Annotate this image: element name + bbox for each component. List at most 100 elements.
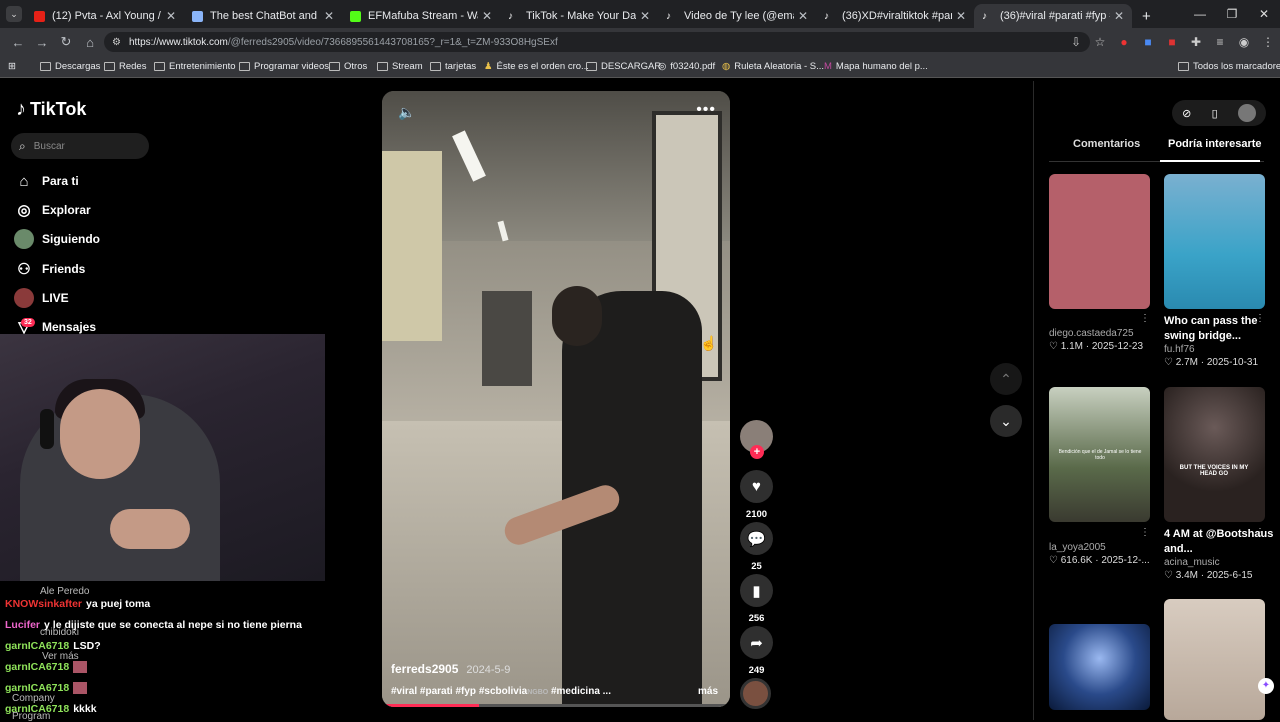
video-progress-bar[interactable]: [382, 704, 730, 707]
close-tab-icon[interactable]: ✕: [956, 9, 966, 23]
profile-icon[interactable]: ◉: [1232, 35, 1256, 49]
headset-icon: [40, 409, 54, 449]
extension-icon[interactable]: ■: [1160, 35, 1184, 49]
browser-tab[interactable]: (12) Pvta - Axl Young / beat by ✕: [26, 4, 184, 28]
card-menu-icon[interactable]: ⋮: [1140, 313, 1150, 324]
tab-recommended[interactable]: Podría interesarte: [1168, 138, 1262, 150]
puzzle-icon[interactable]: ✚: [1184, 35, 1208, 49]
home-icon[interactable]: ⌂: [78, 35, 102, 50]
reload-icon[interactable]: ↻: [54, 34, 78, 50]
wheel-icon: ◍: [722, 61, 731, 72]
comment-button[interactable]: 💬 25: [740, 522, 773, 572]
video-thumbnail[interactable]: [1164, 174, 1265, 309]
device-icon[interactable]: ▯: [1212, 107, 1218, 120]
bookmark-item[interactable]: Programar videos: [239, 61, 329, 72]
profile-avatar[interactable]: [1237, 104, 1256, 122]
previous-video-button[interactable]: ⌃: [990, 363, 1022, 395]
forward-icon[interactable]: →: [30, 35, 54, 50]
browser-tab[interactable]: ♪ Video de Ty lee (@ema_bb0) re ✕: [658, 4, 816, 28]
card-menu-icon[interactable]: ⋮: [1140, 527, 1150, 538]
close-tab-icon[interactable]: ✕: [482, 9, 492, 23]
bookmark-label: Ruleta Aleatoria - S...: [734, 61, 825, 72]
bookmark-item[interactable]: M Mapa humano del p...: [824, 61, 928, 72]
more-options-icon[interactable]: •••: [696, 101, 716, 119]
back-icon[interactable]: ←: [6, 35, 30, 50]
close-tab-icon[interactable]: ✕: [640, 9, 650, 23]
more-caption-link[interactable]: más: [698, 686, 718, 697]
close-window-icon[interactable]: ✕: [1248, 0, 1280, 28]
browser-tab[interactable]: EFMafuba Stream - Watch Live ✕: [342, 4, 500, 28]
bookmark-item[interactable]: Descargas: [40, 61, 100, 72]
nav-item-para-ti[interactable]: ⌂ Para ti: [14, 170, 78, 192]
nav-item-live[interactable]: LIVE: [14, 287, 69, 309]
all-bookmarks[interactable]: Todos los marcadores: [1178, 61, 1280, 72]
bookmark-item[interactable]: Entretenimiento: [154, 61, 236, 72]
site-settings-icon[interactable]: ⚙: [112, 37, 121, 48]
nav-item-siguiendo[interactable]: Siguiendo: [14, 228, 100, 250]
follow-button[interactable]: +: [750, 445, 764, 459]
nav-item-friends[interactable]: ⚇ Friends: [14, 258, 85, 280]
recommended-card[interactable]: diego.castaeda725 ♡ 1.1M · 2025-12-23: [1049, 328, 1164, 352]
bookmark-item[interactable]: Redes: [104, 61, 146, 72]
thumbnail-caption: Bendición que el de Jamal se lo tiene to…: [1058, 449, 1142, 461]
bookmark-item[interactable]: tarjetas: [430, 61, 476, 72]
recommended-card[interactable]: Who can pass the swing bridge... fu.hf76…: [1164, 314, 1279, 368]
tiktok-logo[interactable]: ♪ TikTok: [16, 98, 86, 121]
video-caption[interactable]: #viral #parati #fyp #scboliviaNGBO #medi…: [391, 686, 611, 697]
apps-icon[interactable]: ⊞: [8, 61, 16, 72]
video-thumbnail[interactable]: BUT THE VOICES IN MY HEAD GO: [1164, 387, 1265, 522]
card-date: 2025-12-...: [1101, 555, 1150, 566]
bookmark-item[interactable]: ♟ Éste es el orden cro...: [484, 61, 589, 72]
browser-tab[interactable]: The best ChatBot and Widgets ✕: [184, 4, 342, 28]
bookmark-item[interactable]: ◎ f03240.pdf: [658, 61, 715, 72]
new-tab-button[interactable]: +: [1134, 4, 1158, 28]
url-field[interactable]: ⚙ https://www.tiktok.com /@ferreds2905/v…: [104, 32, 1090, 52]
nav-item-explorar[interactable]: ◎ Explorar: [14, 199, 90, 221]
browser-tab[interactable]: ♪ (36)XD#viraltiktok #parati #par ✕: [816, 4, 974, 28]
close-tab-icon[interactable]: ✕: [798, 9, 808, 23]
next-video-button[interactable]: ⌄: [990, 405, 1022, 437]
comment-icon: 💬: [740, 522, 773, 555]
menu-icon[interactable]: ⋮: [1256, 35, 1280, 49]
bookmark-item[interactable]: Otros: [329, 61, 367, 72]
restore-icon[interactable]: ❐: [1216, 0, 1248, 28]
compass-icon[interactable]: ⊘: [1182, 107, 1191, 120]
share-button[interactable]: ➦ 249: [740, 626, 773, 676]
bookmark-star-icon[interactable]: ☆: [1088, 35, 1112, 49]
music-disc[interactable]: [740, 678, 771, 709]
recommended-card[interactable]: la_yoya2005 ♡ 616.6K · 2025-12-...: [1049, 542, 1164, 566]
extension-red-icon[interactable]: ●: [1112, 35, 1136, 49]
video-player[interactable]: 🔈 ••• ferreds2905 2024-5-9 #viral #parati…: [382, 91, 730, 707]
install-icon[interactable]: ⇩: [1064, 35, 1088, 49]
nav-label: LIVE: [42, 291, 69, 305]
bookmark-item[interactable]: DESCARGAR: [586, 61, 661, 72]
search-input[interactable]: ⌕ Buscar: [11, 133, 149, 159]
card-date: 2025-6-15: [1206, 570, 1253, 581]
video-thumbnail[interactable]: Bendición que el de Jamal se lo tiene to…: [1049, 387, 1150, 522]
ghost-name: Ale Peredo: [40, 586, 90, 597]
folder-icon: [377, 62, 388, 71]
browser-tab-active[interactable]: ♪ (36)#viral #parati #fyp #scboliv ✕: [974, 4, 1132, 28]
bookmark-label: Éste es el orden cro...: [496, 61, 589, 72]
tab-comments[interactable]: Comentarios: [1073, 138, 1140, 150]
tab-search-icon[interactable]: ⌄: [6, 6, 22, 22]
video-thumbnail[interactable]: [1049, 624, 1150, 710]
bookmark-item[interactable]: Stream: [377, 61, 423, 72]
like-button[interactable]: ♥ 2100: [740, 470, 773, 520]
video-thumbnail[interactable]: [1049, 174, 1150, 309]
recommended-card[interactable]: 4 AM at @Bootshaus and... acina_music ♡ …: [1164, 527, 1279, 581]
close-tab-icon[interactable]: ✕: [324, 9, 334, 23]
translate-icon[interactable]: ■: [1136, 35, 1160, 49]
video-author[interactable]: ferreds2905 2024-5-9: [391, 662, 510, 676]
minimize-icon[interactable]: —: [1184, 0, 1216, 28]
assistant-badge-icon[interactable]: ✦: [1258, 678, 1274, 694]
volume-icon[interactable]: 🔈: [398, 104, 415, 121]
media-icon[interactable]: ≡: [1208, 35, 1232, 49]
save-button[interactable]: ▮ 256: [740, 574, 773, 624]
close-tab-icon[interactable]: ✕: [1114, 9, 1124, 23]
browser-tab[interactable]: ♪ TikTok - Make Your Day ✕: [500, 4, 658, 28]
close-tab-icon[interactable]: ✕: [166, 9, 176, 23]
bookmark-item[interactable]: ◍ Ruleta Aleatoria - S...: [722, 61, 824, 72]
video-thumbnail[interactable]: [1164, 599, 1265, 720]
tab-title: TikTok - Make Your Day: [526, 10, 636, 22]
